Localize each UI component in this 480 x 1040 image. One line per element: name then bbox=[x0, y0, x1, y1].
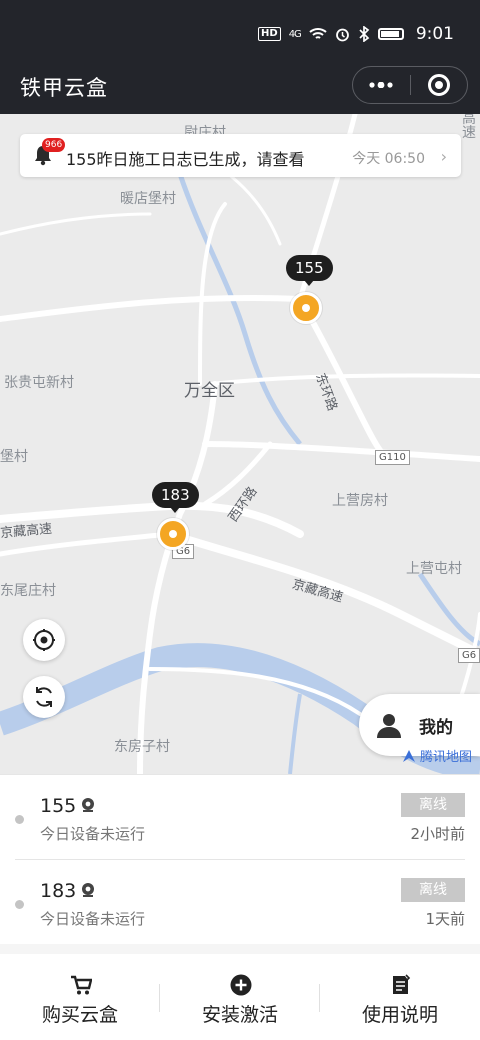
marker-label-155[interactable]: 155 bbox=[286, 255, 333, 286]
road-shield: G110 bbox=[375, 450, 410, 465]
status-bar: HD 4G 9:01 bbox=[0, 0, 480, 62]
device-status-text: 今日设备未运行 bbox=[40, 825, 146, 843]
install-activate-button[interactable]: 安装激活 bbox=[160, 954, 320, 1040]
refresh-icon bbox=[36, 687, 52, 707]
map-view[interactable]: 尉庄村 暖店堡村 张贵屯新村 万全区 堡村 上营房村 上营屯村 东尾庄村 东房子… bbox=[0, 114, 480, 774]
more-dots-icon bbox=[369, 82, 393, 88]
map-provider-name: 腾讯地图 bbox=[419, 750, 472, 765]
notification-badge: 966 bbox=[42, 138, 66, 152]
signal-icon: 4G bbox=[288, 28, 302, 40]
place-label: 东尾庄村 bbox=[0, 583, 56, 599]
offline-badge: 离线 bbox=[401, 878, 465, 902]
place-label: 张贵屯新村 bbox=[4, 375, 74, 391]
device-row[interactable]: 183 今日设备未运行 离线 1天前 bbox=[0, 860, 480, 944]
refresh-button[interactable] bbox=[23, 676, 65, 718]
location-pin-icon bbox=[82, 883, 94, 897]
map-logo-icon bbox=[402, 749, 415, 762]
wifi-icon bbox=[309, 28, 327, 39]
title-bar: 铁甲云盒 bbox=[0, 62, 480, 114]
alarm-icon bbox=[335, 28, 349, 41]
notification-text: 155昨日施工日志已生成，请查看 bbox=[66, 150, 305, 169]
place-label: 暖店堡村 bbox=[120, 191, 176, 207]
app-title: 铁甲云盒 bbox=[20, 76, 108, 100]
manual-button[interactable]: 使用说明 bbox=[320, 954, 480, 1040]
place-label: 高速 bbox=[462, 114, 476, 141]
cart-icon bbox=[71, 975, 92, 995]
last-seen: 1天前 bbox=[425, 910, 465, 928]
place-label: 上营屯村 bbox=[406, 561, 462, 577]
target-icon bbox=[427, 74, 450, 96]
battery-icon bbox=[377, 28, 404, 40]
hd-indicator: HD bbox=[258, 27, 281, 41]
locate-button[interactable] bbox=[23, 619, 65, 661]
status-icons: HD 4G 9:01 bbox=[258, 24, 454, 44]
manual-icon bbox=[393, 974, 411, 994]
place-label: 东房子村 bbox=[114, 739, 170, 755]
place-label: 堡村 bbox=[0, 449, 28, 465]
log-notification-bar[interactable]: 966 155昨日施工日志已生成，请查看 今天 06:50 › bbox=[20, 134, 461, 177]
device-list: 155 今日设备未运行 离线 2小时前 183 今日设备未运行 离线 1天前 bbox=[0, 774, 480, 944]
notification-time: 今天 06:50 bbox=[352, 151, 425, 167]
place-label: 上营房村 bbox=[332, 493, 388, 509]
user-icon bbox=[377, 714, 401, 738]
device-name: 183 bbox=[40, 880, 77, 902]
more-options-button[interactable] bbox=[353, 67, 410, 103]
install-activate-label: 安装激活 bbox=[201, 1004, 278, 1026]
location-pin-icon bbox=[82, 798, 94, 812]
clock: 9:01 bbox=[415, 24, 454, 44]
road-shield: G6 bbox=[458, 648, 480, 663]
plus-circle-icon bbox=[230, 974, 252, 996]
close-program-button[interactable] bbox=[411, 67, 468, 103]
device-marker-183[interactable] bbox=[157, 518, 189, 550]
mine-label: 我的 bbox=[419, 717, 453, 738]
chevron-right-icon: › bbox=[440, 147, 447, 166]
device-name: 155 bbox=[40, 795, 77, 817]
device-marker-155[interactable] bbox=[290, 292, 322, 324]
manual-label: 使用说明 bbox=[361, 1004, 438, 1026]
device-row[interactable]: 155 今日设备未运行 离线 2小时前 bbox=[0, 775, 480, 860]
buy-box-label: 购买云盒 bbox=[41, 1004, 118, 1026]
section-gap bbox=[0, 944, 480, 954]
marker-label-183[interactable]: 183 bbox=[152, 482, 199, 513]
map-provider-logo: 腾讯地图 bbox=[402, 746, 472, 765]
district-label: 万全区 bbox=[184, 381, 235, 401]
map-background bbox=[0, 114, 480, 774]
status-dot bbox=[15, 900, 24, 909]
offline-badge: 离线 bbox=[401, 793, 465, 817]
last-seen: 2小时前 bbox=[410, 825, 465, 843]
bottom-nav: 购买云盒 安装激活 使用说明 bbox=[0, 954, 480, 1040]
locate-icon bbox=[33, 629, 55, 651]
bluetooth-icon bbox=[359, 26, 370, 42]
buy-box-button[interactable]: 购买云盒 bbox=[0, 954, 160, 1040]
mini-program-capsule bbox=[352, 66, 468, 104]
device-status-text: 今日设备未运行 bbox=[40, 910, 146, 928]
status-dot bbox=[15, 815, 24, 824]
